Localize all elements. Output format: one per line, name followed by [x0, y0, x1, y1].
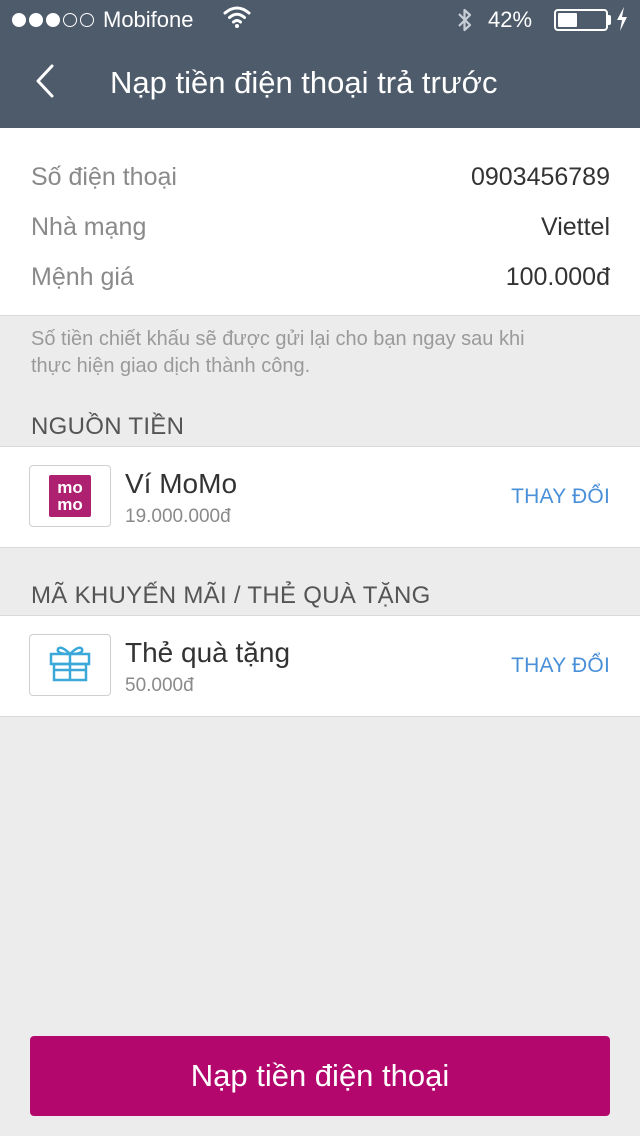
- logo-text: mo: [57, 495, 83, 514]
- summary-label: Nhà mạng: [31, 212, 147, 241]
- discount-note: Số tiền chiết khấu sẽ được gửi lại cho b…: [31, 326, 611, 380]
- wallet-balance: 19.000.000đ: [125, 506, 231, 527]
- momo-logo: mo mo: [49, 475, 91, 517]
- gift-card-card[interactable]: Thẻ quà tặng 50.000đ THAY ĐỔI: [0, 615, 640, 717]
- discount-note-line: Số tiền chiết khấu sẽ được gửi lại cho b…: [31, 328, 525, 350]
- gift-card-amount: 50.000đ: [125, 675, 194, 696]
- summary-row-denomination: Mệnh giá 100.000đ: [31, 257, 610, 297]
- bluetooth-icon: [456, 6, 474, 40]
- promo-section-title: MÃ KHUYẾN MÃI / THẺ QUÀ TẶNG: [31, 582, 431, 609]
- signal-dot: [29, 13, 43, 27]
- signal-dot: [12, 13, 26, 27]
- logo-text: mo: [57, 478, 83, 497]
- gift-card-title: Thẻ quà tặng: [125, 637, 291, 668]
- battery-icon: [554, 9, 608, 31]
- summary-label: Số điện thoại: [31, 162, 177, 191]
- battery-percent: 42%: [488, 7, 533, 32]
- signal-dot: [46, 13, 60, 27]
- nav-bar: Nạp tiền điện thoại trả trước: [0, 40, 640, 128]
- screen: Mobifone 42% Nạp tiền điện thoại trả trư…: [0, 0, 640, 1136]
- momo-logo-frame: mo mo: [29, 465, 111, 527]
- header: Mobifone 42% Nạp tiền điện thoại trả trư…: [0, 0, 640, 128]
- summary-label: Mệnh giá: [31, 262, 134, 291]
- battery-tip: [608, 15, 611, 25]
- transaction-summary: Số điện thoại 0903456789 Nhà mạng Viette…: [0, 128, 640, 316]
- summary-row-phone: Số điện thoại 0903456789: [31, 157, 610, 197]
- chevron-left-icon: [33, 63, 57, 104]
- battery-level: [558, 13, 577, 27]
- carrier-name: Mobifone: [103, 7, 194, 32]
- funding-source-card[interactable]: mo mo Ví MoMo 19.000.000đ THAY ĐỔI: [0, 446, 640, 548]
- charging-bolt-icon: [615, 6, 629, 38]
- summary-value: Viettel: [540, 212, 610, 241]
- page-title: Nạp tiền điện thoại trả trước: [110, 65, 498, 100]
- topup-button[interactable]: Nạp tiền điện thoại: [30, 1036, 610, 1116]
- gift-icon-frame: [29, 634, 111, 696]
- wifi-icon: [222, 4, 252, 36]
- signal-strength-icon: [12, 11, 94, 29]
- discount-note-line: thực hiện giao dịch thành công.: [31, 355, 311, 377]
- signal-dot: [63, 13, 77, 27]
- funding-section-title: NGUỒN TIỀN: [31, 413, 185, 440]
- status-bar: Mobifone 42%: [0, 0, 640, 40]
- change-promo-button[interactable]: THAY ĐỔI: [511, 654, 610, 678]
- back-button[interactable]: [22, 60, 68, 106]
- funding-source-name: Ví MoMo: [125, 468, 238, 499]
- gift-icon: [48, 643, 92, 688]
- summary-value: 100.000đ: [505, 262, 610, 291]
- change-funding-button[interactable]: THAY ĐỔI: [511, 485, 610, 509]
- summary-row-carrier: Nhà mạng Viettel: [31, 207, 610, 247]
- summary-value: 0903456789: [470, 162, 610, 191]
- signal-dot: [80, 13, 94, 27]
